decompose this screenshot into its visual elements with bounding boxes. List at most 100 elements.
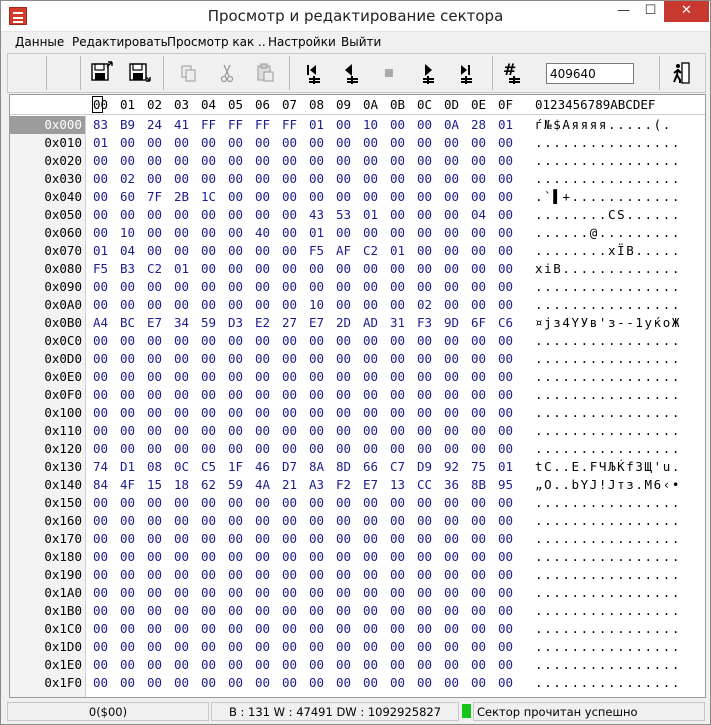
hex-byte[interactable]: 00 xyxy=(363,584,378,602)
hex-byte[interactable]: 00 xyxy=(228,332,243,350)
hex-byte[interactable]: 00 xyxy=(336,674,351,692)
hex-byte[interactable]: 00 xyxy=(228,620,243,638)
hex-byte[interactable]: 00 xyxy=(120,674,135,692)
hex-byte[interactable]: 13 xyxy=(390,476,405,494)
hex-byte[interactable]: 00 xyxy=(228,368,243,386)
hex-byte[interactable]: 00 xyxy=(255,368,270,386)
hex-byte[interactable]: 00 xyxy=(390,296,405,314)
hex-byte[interactable]: 00 xyxy=(147,638,162,656)
hex-byte[interactable]: 00 xyxy=(336,512,351,530)
hex-byte[interactable]: 00 xyxy=(174,368,189,386)
hex-byte[interactable]: 00 xyxy=(201,566,216,584)
hex-byte[interactable]: 00 xyxy=(147,296,162,314)
hex-byte[interactable]: 53 xyxy=(336,206,351,224)
hex-byte[interactable]: 00 xyxy=(255,638,270,656)
hex-byte[interactable]: 59 xyxy=(201,314,216,332)
hex-byte[interactable]: 00 xyxy=(228,188,243,206)
hex-byte[interactable]: 00 xyxy=(201,386,216,404)
hex-byte[interactable]: 00 xyxy=(444,224,459,242)
hex-byte[interactable]: 00 xyxy=(444,404,459,422)
hex-byte[interactable]: AD xyxy=(363,314,378,332)
ascii-cell[interactable]: ................ xyxy=(535,494,681,512)
hex-byte[interactable]: 00 xyxy=(93,674,108,692)
ascii-cell[interactable]: ................ xyxy=(535,548,681,566)
hex-byte[interactable]: 00 xyxy=(228,296,243,314)
hex-byte[interactable]: 00 xyxy=(471,512,486,530)
hex-byte[interactable]: 00 xyxy=(498,350,513,368)
hex-byte[interactable]: 00 xyxy=(282,548,297,566)
hex-byte[interactable]: 40 xyxy=(255,224,270,242)
hex-byte[interactable]: 00 xyxy=(120,422,135,440)
hex-byte[interactable]: 00 xyxy=(228,206,243,224)
hex-byte[interactable]: 00 xyxy=(120,278,135,296)
hex-byte[interactable]: 00 xyxy=(444,656,459,674)
hex-byte[interactable]: 00 xyxy=(390,494,405,512)
hex-byte[interactable]: 00 xyxy=(336,656,351,674)
hex-byte[interactable]: 00 xyxy=(444,170,459,188)
hex-byte[interactable]: 00 xyxy=(93,566,108,584)
hex-byte[interactable]: 00 xyxy=(282,260,297,278)
hex-byte[interactable]: 00 xyxy=(363,260,378,278)
hex-byte[interactable]: 01 xyxy=(309,224,324,242)
hex-byte[interactable]: 00 xyxy=(255,332,270,350)
hex-byte[interactable]: 00 xyxy=(471,566,486,584)
hex-byte[interactable]: 00 xyxy=(471,242,486,260)
hex-byte[interactable]: 00 xyxy=(498,602,513,620)
hex-byte[interactable]: 00 xyxy=(147,530,162,548)
hex-byte[interactable]: 00 xyxy=(336,332,351,350)
hex-byte[interactable]: 00 xyxy=(471,494,486,512)
hex-byte[interactable]: 00 xyxy=(390,530,405,548)
hex-byte[interactable]: 00 xyxy=(147,350,162,368)
hex-byte[interactable]: 00 xyxy=(444,350,459,368)
hex-byte[interactable]: 00 xyxy=(228,548,243,566)
hex-byte[interactable]: 00 xyxy=(309,404,324,422)
hex-byte[interactable]: 00 xyxy=(444,242,459,260)
hex-byte[interactable]: 00 xyxy=(201,620,216,638)
hex-byte[interactable]: 8D xyxy=(336,458,351,476)
hex-byte[interactable]: 00 xyxy=(444,584,459,602)
hex-byte[interactable]: 00 xyxy=(282,332,297,350)
hex-byte[interactable]: 00 xyxy=(228,656,243,674)
hex-byte[interactable]: D9 xyxy=(417,458,432,476)
menu-edit[interactable]: Редактировать xyxy=(72,34,168,50)
hex-byte[interactable]: 00 xyxy=(201,530,216,548)
hex-byte[interactable]: 00 xyxy=(417,152,432,170)
hex-byte[interactable]: E2 xyxy=(255,314,270,332)
hex-byte[interactable]: 00 xyxy=(498,134,513,152)
hex-byte[interactable]: 00 xyxy=(282,368,297,386)
hex-byte[interactable]: 00 xyxy=(390,602,405,620)
hex-byte[interactable]: 00 xyxy=(174,206,189,224)
hex-byte[interactable]: 00 xyxy=(255,386,270,404)
hex-byte[interactable]: 00 xyxy=(471,332,486,350)
hex-byte[interactable]: 00 xyxy=(228,530,243,548)
hex-byte[interactable]: 00 xyxy=(309,494,324,512)
hex-byte[interactable]: 00 xyxy=(282,440,297,458)
hex-byte[interactable]: 00 xyxy=(120,638,135,656)
hex-byte[interactable]: 00 xyxy=(255,260,270,278)
hex-byte[interactable]: 00 xyxy=(390,188,405,206)
hex-byte[interactable]: 00 xyxy=(471,260,486,278)
hex-byte[interactable]: 00 xyxy=(498,188,513,206)
hex-byte[interactable]: 00 xyxy=(336,584,351,602)
hex-byte[interactable]: 00 xyxy=(498,440,513,458)
ascii-cell[interactable]: ................ xyxy=(535,170,681,188)
hex-byte[interactable]: 00 xyxy=(120,404,135,422)
hex-byte[interactable]: 84 xyxy=(93,476,108,494)
hex-byte[interactable]: 8A xyxy=(309,458,324,476)
hex-byte[interactable]: D3 xyxy=(228,314,243,332)
hex-byte[interactable]: 01 xyxy=(363,206,378,224)
hex-byte[interactable]: 00 xyxy=(282,152,297,170)
hex-byte[interactable]: 00 xyxy=(93,602,108,620)
hex-byte[interactable]: 2B xyxy=(174,188,189,206)
ascii-cell[interactable]: ................ xyxy=(535,602,681,620)
hex-byte[interactable]: 00 xyxy=(201,548,216,566)
hex-byte[interactable]: 41 xyxy=(174,116,189,134)
hex-byte[interactable]: 00 xyxy=(93,512,108,530)
hex-byte[interactable]: 08 xyxy=(147,458,162,476)
hex-byte[interactable]: 00 xyxy=(93,278,108,296)
hex-byte[interactable]: 00 xyxy=(93,584,108,602)
hex-byte[interactable]: 00 xyxy=(471,188,486,206)
hex-byte[interactable]: 00 xyxy=(417,242,432,260)
hex-byte[interactable]: 00 xyxy=(93,404,108,422)
hex-byte[interactable]: B3 xyxy=(120,260,135,278)
